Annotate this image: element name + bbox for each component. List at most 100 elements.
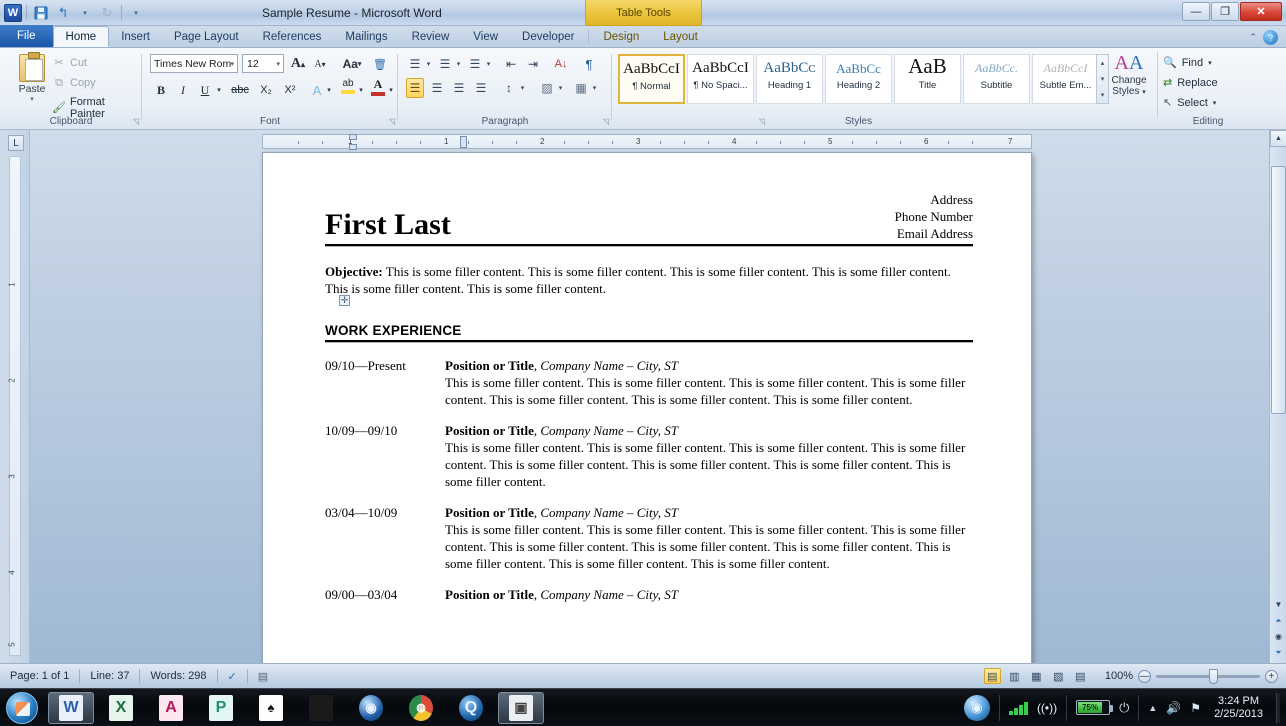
customize-qat-icon[interactable]: ▾ [126,3,146,22]
start-button-icon[interactable] [6,691,38,724]
vertical-ruler-strip[interactable] [9,156,21,656]
taskbar-item-powerpoint[interactable]: P [198,692,244,724]
action-center-flag-icon[interactable]: ⚑ [1190,701,1201,715]
font-name-combobox[interactable]: Times New Rom ▾ [150,54,238,73]
tab-review[interactable]: Review [400,26,462,47]
multilevel-list-button[interactable]: ☰ [466,54,484,74]
select-browse-object-icon[interactable]: ◉ [1272,630,1285,643]
paste-dropdown-arrow[interactable]: ▾ [12,95,52,103]
paragraph-dialog-launcher[interactable]: ◹ [603,117,609,126]
tab-home[interactable]: Home [52,26,110,47]
bold-button[interactable]: B [152,80,170,100]
undo-icon[interactable]: ↰ [53,3,73,22]
scroll-down-icon[interactable]: ▼ [1272,598,1285,611]
italic-button[interactable]: I [174,80,192,100]
line-spacing-dropdown[interactable]: ▾ [518,78,527,98]
justify-button[interactable]: ☰ [472,78,490,98]
next-page-icon[interactable]: ⏷ [1272,646,1285,659]
zoom-in-button[interactable]: + [1265,669,1278,683]
underline-dropdown[interactable]: ▾ [214,80,224,100]
wireless-icon[interactable]: ((•)) [1037,701,1057,715]
highlight-button[interactable]: ab [338,76,358,96]
scrollbar-thumb[interactable] [1271,166,1286,414]
align-center-button[interactable]: ☰ [428,78,446,98]
sort-button[interactable]: A↓ [550,54,572,74]
scroll-up-icon[interactable]: ▲ [1270,130,1286,147]
view-outline-icon[interactable]: ▧ [1050,668,1067,684]
network-signal-icon[interactable] [1008,701,1028,715]
change-case-button[interactable]: Aa ▾ [338,54,366,74]
taskbar-item-google-earth[interactable]: ◉ [348,692,394,724]
view-draft-icon[interactable]: ▤ [1072,668,1089,684]
tab-layout[interactable]: Layout [651,26,710,47]
save-icon[interactable] [31,3,51,22]
horizontal-ruler[interactable]: 1 1 2 3 4 5 6 7 [262,134,1032,150]
cut-button[interactable]: ✂ Cut [52,56,87,70]
tab-view[interactable]: View [461,26,510,47]
minimize-button[interactable]: — [1182,2,1210,21]
zoom-slider-thumb[interactable] [1209,668,1218,684]
numbering-dropdown[interactable]: ▾ [454,54,463,74]
replace-button[interactable]: ⇄ Replace [1163,76,1218,90]
taskbar-item-excel[interactable]: X [98,692,144,724]
language-icon[interactable]: ▤ [248,670,278,683]
word-logo-icon[interactable]: W [4,3,22,22]
close-button[interactable]: ✕ [1240,2,1282,21]
increase-indent-button[interactable]: ⇥ [524,54,542,74]
numbering-button[interactable]: ☰ [436,54,454,74]
taskbar-item-unknown[interactable] [298,692,344,724]
view-full-screen-reading-icon[interactable]: ▥ [1006,668,1023,684]
taskbar-item-solitaire[interactable]: ♠ [248,692,294,724]
style-title[interactable]: AaB Title [894,54,961,104]
grow-font-button[interactable]: A ▴ [288,54,308,74]
taskbar-item-access[interactable]: A [148,692,194,724]
help-icon[interactable]: ? [1263,30,1278,45]
restore-button[interactable]: ❐ [1211,2,1239,21]
subscript-button[interactable]: X₂ [256,80,276,100]
text-effects-dropdown[interactable]: ▾ [324,80,334,100]
zoom-level-label[interactable]: 100% [1105,670,1133,682]
left-tab-marker[interactable] [460,136,467,148]
proofing-errors-icon[interactable]: ✓ [218,670,247,683]
tab-references[interactable]: References [251,26,334,47]
paste-button[interactable]: Paste ▾ [12,52,52,103]
shading-dropdown[interactable]: ▾ [556,78,565,98]
clipboard-dialog-launcher[interactable]: ◹ [133,117,139,126]
camtasia-icon[interactable]: ◉ [963,694,990,721]
strikethrough-button[interactable]: abc [228,80,252,100]
zoom-slider[interactable] [1156,668,1260,684]
font-color-button[interactable]: A [368,76,388,96]
power-plug-icon[interactable]: ⏻ [1119,700,1129,716]
font-size-combobox[interactable]: 12 ▾ [242,54,284,73]
borders-button[interactable]: ▦ [572,78,590,98]
document-page[interactable]: First Last Address Phone Number Email Ad… [262,152,1032,667]
clock[interactable]: 3:24 PM 2/25/2013 [1210,695,1267,721]
taskbar-item-word[interactable]: W [48,691,94,724]
show-formatting-marks-button[interactable]: ¶ [580,54,598,74]
line-indicator[interactable]: Line: 37 [80,670,139,682]
volume-icon[interactable]: 🔊 [1166,701,1181,715]
find-button[interactable]: 🔍 Find ▾ [1163,56,1212,70]
tab-design[interactable]: Design [591,26,651,47]
tab-developer[interactable]: Developer [510,26,586,47]
word-count[interactable]: Words: 298 [140,670,216,682]
style-heading-1[interactable]: AaBbCᴄ Heading 1 [756,54,823,104]
underline-button[interactable]: U [196,80,214,100]
tab-file[interactable]: File [0,25,53,47]
font-color-dropdown[interactable]: ▾ [386,80,396,100]
styles-dialog-launcher[interactable]: ◹ [759,117,765,126]
taskbar-item-chrome[interactable]: ◍ [398,692,444,724]
first-line-indent-marker[interactable] [349,134,357,140]
borders-dropdown[interactable]: ▾ [590,78,599,98]
bullets-dropdown[interactable]: ▾ [424,54,433,74]
redo-icon[interactable]: ↻ [97,3,117,22]
align-left-button[interactable]: ☰ [406,78,424,98]
style-subtle-emphasis[interactable]: AaBbCcI Subtle Em... [1032,54,1099,104]
shading-button[interactable]: ▨ [538,78,556,98]
copy-button[interactable]: ⧉ Copy [52,76,96,90]
tab-stop-selector[interactable]: L [8,135,24,151]
vertical-scrollbar[interactable]: ▲ ▼ ⏶ ◉ ⏷ [1269,130,1286,663]
view-web-layout-icon[interactable]: ▦ [1028,668,1045,684]
shrink-font-button[interactable]: A ▾ [310,54,330,74]
style-subtitle[interactable]: AaBbCc. Subtitle [963,54,1030,104]
